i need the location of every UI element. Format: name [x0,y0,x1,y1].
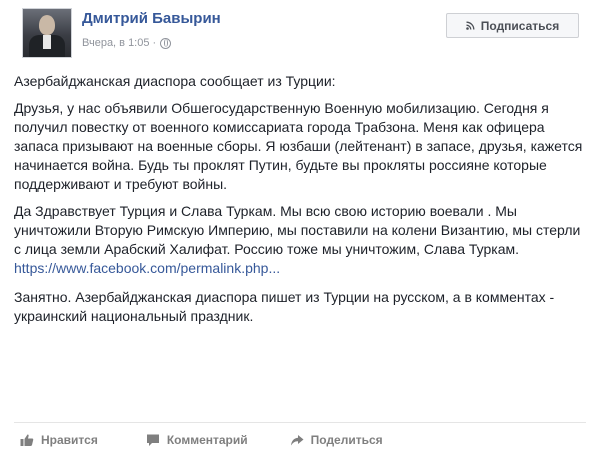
post-actions: Нравится Комментарий Поделиться [14,428,586,452]
avatar-collar [43,35,51,49]
comment-button[interactable]: Комментарий [146,433,248,447]
post-intro: Азербайджанская диаспора сообщает из Тур… [14,73,336,89]
follow-button[interactable]: Подписаться [446,13,579,38]
rss-icon [465,21,475,30]
like-button[interactable]: Нравится [20,433,98,447]
post-timestamp[interactable]: Вчера, в 1:05 · [82,37,156,49]
facebook-post: Дмитрий Бавырин Вчера, в 1:05 · Подписат… [0,0,600,458]
author-name[interactable]: Дмитрий Бавырин [82,10,221,27]
comment-label: Комментарий [166,433,248,447]
post-meta: Вчера, в 1:05 · [82,37,172,49]
post-paragraph-1: Друзья, у нас объявили Обшегосударственн… [14,100,583,192]
avatar-face [39,15,55,35]
post-paragraph-3: Занятно. Азербайджанская диаспора пишет … [14,289,555,324]
permalink-link[interactable]: https://www.facebook.com/permalink.php..… [14,259,590,278]
post-header: Дмитрий Бавырин Вчера, в 1:05 · Подписат… [14,0,600,60]
like-label: Нравится [41,433,98,447]
post-paragraph-2: Да Здравствует Турция и Слава Туркам. Мы… [14,203,581,257]
actions-divider [14,422,586,423]
follow-label: Подписаться [480,18,560,33]
thumbs-up-icon [20,433,34,447]
share-label: Поделиться [310,433,383,447]
share-button[interactable]: Поделиться [290,433,383,447]
share-arrow-icon [290,433,304,447]
author-avatar[interactable] [22,8,72,58]
globe-icon [160,37,172,49]
post-body: Азербайджанская диаспора сообщает из Тур… [14,72,590,326]
comment-icon [146,433,160,447]
